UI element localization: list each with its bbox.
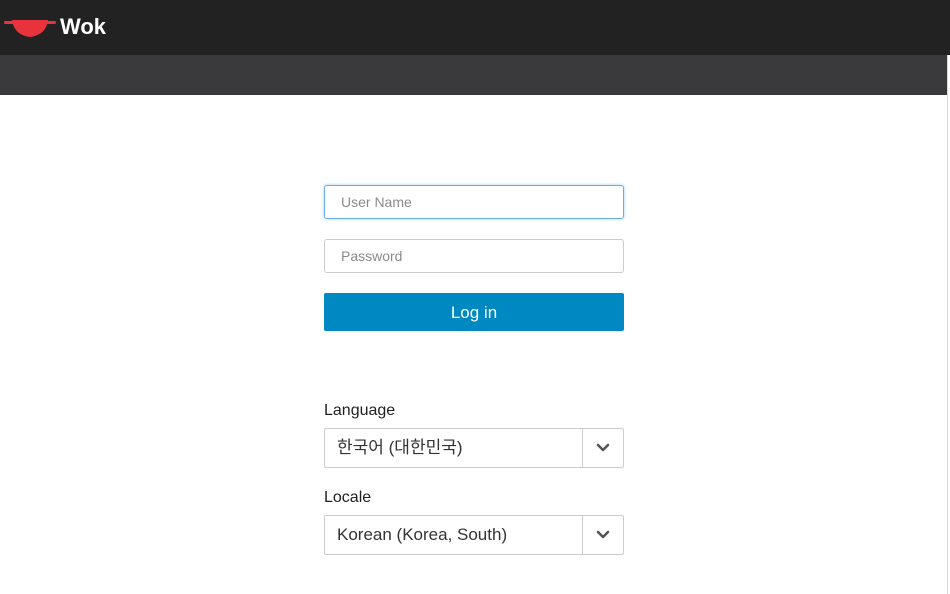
locale-selected-value: Korean (Korea, South)	[337, 525, 508, 544]
secondary-toolbar	[0, 55, 947, 95]
chevron-down-icon	[596, 530, 610, 539]
login-button[interactable]: Log in	[324, 293, 624, 331]
language-label: Language	[324, 402, 396, 419]
username-input[interactable]	[324, 185, 624, 219]
chevron-down-icon	[596, 443, 610, 452]
language-select[interactable]: 한국어 (대한민국)	[324, 428, 624, 468]
locale-dropdown-toggle[interactable]	[582, 516, 623, 554]
password-input[interactable]	[324, 239, 624, 273]
language-dropdown-toggle[interactable]	[582, 429, 623, 467]
language-selected-value: 한국어 (대한민국)	[337, 438, 463, 457]
wok-pan-icon	[4, 15, 56, 41]
locale-select[interactable]: Korean (Korea, South)	[324, 515, 624, 555]
brand-name: Wok	[60, 14, 107, 39]
locale-label: Locale	[324, 489, 372, 506]
top-navbar: Wok	[0, 0, 950, 55]
